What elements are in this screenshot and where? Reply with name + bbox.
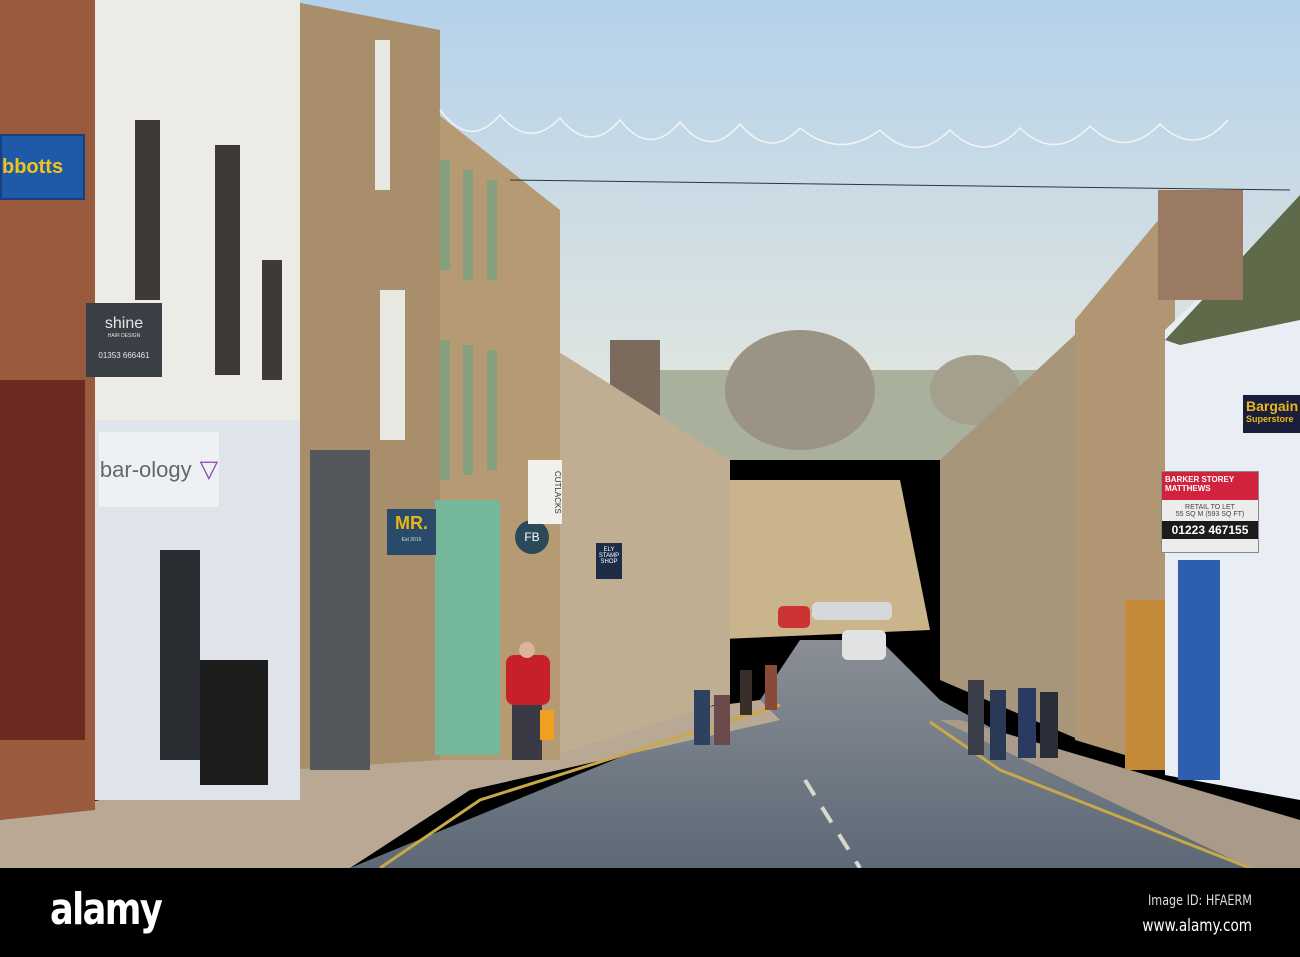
car — [778, 606, 810, 628]
barology-sign-text: bar-ology — [99, 456, 192, 482]
tree — [725, 330, 875, 450]
chimney — [1158, 190, 1243, 300]
barology-sign: bar-ology ▽ — [99, 432, 219, 507]
ely-stamp-sign: ELY STAMP SHOP — [596, 543, 622, 579]
street-photo: bbotts shine HAIR DESIGN 01353 666461 ba… — [0, 0, 1300, 957]
mr-sign-text: MR. — [395, 513, 428, 533]
mr-sign: MR. Est 2016 — [387, 509, 436, 555]
abbotts-sign: bbotts — [0, 134, 85, 200]
ely-stamp-sign-text: ELY STAMP SHOP — [598, 547, 620, 565]
shine-sign-phone: 01353 666461 — [98, 351, 150, 360]
agent-name-1: BARKER STOREY — [1165, 475, 1235, 484]
car — [842, 630, 886, 660]
abbotts-sign-text: bbotts — [2, 155, 64, 178]
watermark-band — [0, 868, 1300, 957]
shopfront-orange — [1125, 600, 1165, 770]
shine-sign-name: shine — [104, 315, 144, 332]
cutlacks-sign-text: CUTLACKS — [553, 470, 562, 514]
image-id: Image ID: HFAERM — [1148, 893, 1252, 909]
parked-cars — [812, 602, 892, 620]
shine-sign-sub: HAIR DESIGN — [107, 333, 141, 339]
retail-text: RETAIL TO LET — [1185, 504, 1235, 511]
fb-sign: FB — [515, 520, 549, 554]
agent-banner: BARKER STOREY MATTHEWS — [1162, 472, 1258, 500]
agent-name-2: MATTHEWS — [1165, 484, 1211, 493]
bargain-superstore-sign: Bargain Superstore — [1243, 395, 1300, 433]
glass-icon: ▽ — [199, 456, 219, 483]
chalkboard — [200, 660, 268, 785]
bargain-text: Bargain — [1246, 398, 1299, 414]
shopfront-red — [0, 380, 85, 740]
mr-sign-est: Est 2016 — [401, 537, 422, 543]
shine-sign: shine HAIR DESIGN 01353 666461 — [86, 303, 162, 377]
site-url: www.alamy.com — [1142, 916, 1252, 936]
cutlacks-sign: CUTLACKS — [528, 460, 562, 524]
shop-door — [160, 550, 200, 760]
superstore-text: Superstore — [1246, 414, 1294, 424]
shopfront-grey — [310, 450, 370, 770]
shopfront-blue — [1178, 560, 1220, 780]
to-let-board: BARKER STOREY MATTHEWS RETAIL TO LET 55 … — [1161, 471, 1259, 553]
fb-sign-text: FB — [524, 530, 540, 544]
alamy-logo: alamy — [50, 884, 163, 935]
shopfront-green — [435, 500, 500, 755]
phone-text: 01223 467155 — [1162, 521, 1258, 539]
size-text: 55 SQ M (593 SQ FT) — [1175, 511, 1245, 518]
